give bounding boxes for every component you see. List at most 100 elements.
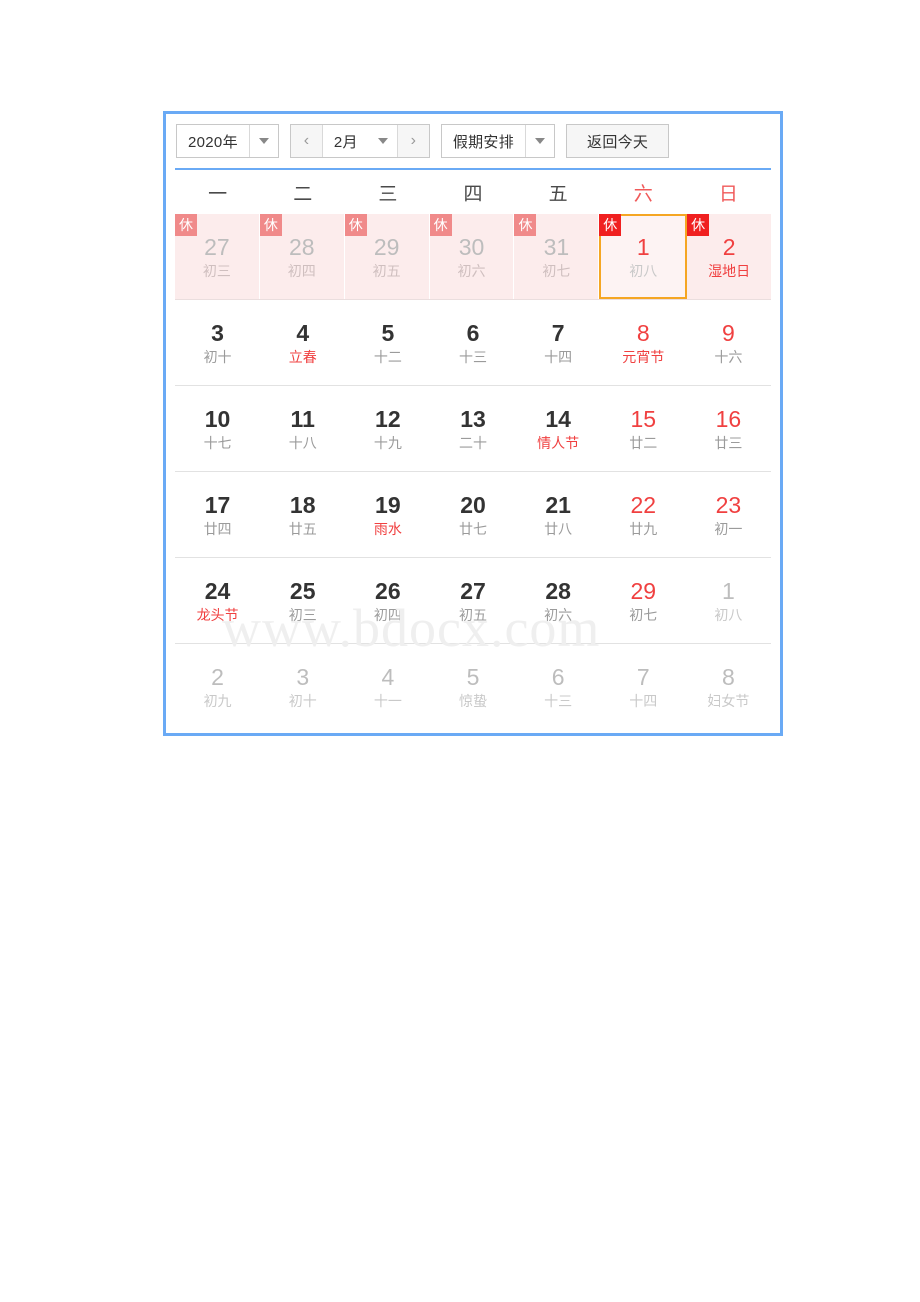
rest-day-badge: 休 [687, 214, 710, 236]
year-dropdown-button[interactable] [249, 125, 278, 157]
day-number: 18 [289, 491, 316, 518]
calendar-day-cell[interactable]: 1 初八 [686, 558, 771, 643]
calendar-day-cell[interactable]: 休 29 初五 [344, 214, 430, 299]
calendar-day-cell[interactable]: 12 十九 [345, 386, 430, 471]
calendar-day-cell[interactable]: 6 十三 [516, 644, 601, 729]
day-lunar-label: 廿七 [458, 520, 487, 537]
calendar-day-cell[interactable]: 22 廿九 [601, 472, 686, 557]
calendar-day-cell[interactable]: 休 27 初三 [175, 214, 260, 299]
calendar-day-cell[interactable]: 10 十七 [175, 386, 260, 471]
calendar-day-cell[interactable]: 7 十四 [516, 300, 601, 385]
day-number: 31 [543, 233, 570, 260]
calendar-day-cell[interactable]: 2 初九 [175, 644, 260, 729]
day-number: 25 [289, 577, 316, 604]
weekday-header-cell: 四 [463, 183, 483, 205]
return-to-today-button[interactable]: 返回今天 [566, 124, 670, 158]
year-selector[interactable]: 2020年 [176, 124, 279, 158]
calendar-day-cell[interactable]: 休 2 湿地日 [687, 214, 772, 299]
calendar-day-cell-selected[interactable]: 休 1 初八 [599, 214, 688, 299]
calendar-day-cell[interactable]: 4 十一 [345, 644, 430, 729]
calendar-day-cell[interactable]: 27 初五 [430, 558, 515, 643]
calendar-day-cell[interactable]: 3 初十 [260, 644, 345, 729]
calendar-day-cell[interactable]: 16 廿三 [686, 386, 771, 471]
day-number: 7 [636, 663, 650, 690]
calendar-day-cell[interactable]: 17 廿四 [175, 472, 260, 557]
day-number: 28 [545, 577, 571, 604]
day-lunar-label: 初四 [373, 606, 402, 623]
calendar-day-cell[interactable]: 休 28 初四 [259, 214, 345, 299]
calendar-day-cell[interactable]: 29 初七 [601, 558, 686, 643]
day-lunar-label: 廿二 [629, 434, 658, 451]
day-lunar-label: 初七 [629, 606, 658, 623]
day-lunar-label: 廿五 [288, 520, 317, 537]
day-lunar-label: 廿四 [203, 520, 232, 537]
day-lunar-label: 十六 [714, 348, 743, 365]
next-month-button[interactable]: › [397, 125, 429, 157]
weekday-header-cell: 五 [548, 183, 568, 205]
day-lunar-label: 初七 [542, 262, 571, 279]
day-number: 21 [545, 491, 571, 518]
weekday-header-cell: 日 [718, 183, 738, 205]
day-number: 30 [458, 233, 485, 260]
holiday-dropdown-button[interactable] [526, 125, 555, 157]
calendar-day-cell[interactable]: 4 立春 [260, 300, 345, 385]
day-number: 22 [630, 491, 657, 518]
calendar-week-row: 休 27 初三休 28 初四休 29 初五休 30 初六休 31 初七休 1 初八休 2 湿地日 [175, 214, 772, 300]
calendar-day-cell[interactable]: 24 龙头节 [175, 558, 260, 643]
month-selector-label[interactable]: 2月 [322, 125, 369, 157]
calendar-day-cell[interactable]: 23 初一 [686, 472, 771, 557]
calendar-day-cell[interactable]: 28 初六 [516, 558, 601, 643]
calendar-day-cell[interactable]: 休 30 初六 [429, 214, 515, 299]
calendar-day-cell[interactable]: 3 初十 [175, 300, 260, 385]
day-number: 10 [204, 405, 231, 432]
day-number: 5 [381, 319, 395, 346]
holiday-schedule-selector[interactable]: 假期安排 [440, 124, 556, 158]
day-lunar-label: 初三 [202, 262, 231, 279]
calendar-day-cell[interactable]: 休 31 初七 [514, 214, 600, 299]
calendar-day-cell[interactable]: 20 廿七 [430, 472, 515, 557]
day-number: 20 [460, 491, 486, 518]
calendar-day-cell[interactable]: 15 廿二 [601, 386, 686, 471]
day-number: 1 [722, 577, 735, 604]
day-lunar-label: 湿地日 [708, 262, 751, 279]
day-lunar-label: 初五 [458, 606, 487, 623]
day-lunar-label: 初九 [203, 692, 232, 709]
calendar-day-cell[interactable]: 25 初三 [260, 558, 345, 643]
day-lunar-label: 二十 [458, 434, 487, 451]
calendar-day-cell[interactable]: 8 元宵节 [601, 300, 686, 385]
calendar-day-cell[interactable]: 18 廿五 [260, 472, 345, 557]
day-lunar-label: 十二 [373, 348, 402, 365]
calendar-day-cell[interactable]: 21 廿八 [516, 472, 601, 557]
month-dropdown-button[interactable] [368, 125, 397, 157]
day-lunar-label: 初十 [203, 348, 232, 365]
day-number: 27 [460, 577, 486, 604]
day-number: 3 [211, 319, 224, 346]
calendar-day-cell[interactable]: 5 十二 [345, 300, 430, 385]
day-number: 27 [204, 233, 230, 260]
day-number: 6 [551, 663, 565, 690]
day-lunar-label: 雨水 [373, 520, 402, 537]
day-lunar-label: 初六 [544, 606, 573, 623]
calendar-day-cell[interactable]: 5 惊蛰 [430, 644, 515, 729]
holiday-schedule-label: 假期安排 [441, 125, 526, 157]
rest-day-badge: 休 [429, 214, 452, 236]
day-lunar-label: 惊蛰 [458, 692, 487, 709]
day-lunar-label: 十八 [288, 434, 317, 451]
day-number: 6 [466, 319, 480, 346]
day-number: 8 [722, 663, 735, 690]
calendar-day-cell[interactable]: 14 情人节 [516, 386, 601, 471]
calendar-grid: 休 27 初三休 28 初四休 29 初五休 30 初六休 31 初七休 1 初八休 2 湿地日 3 初十 4 立春… [175, 214, 772, 729]
day-lunar-label: 十一 [373, 692, 402, 709]
calendar-day-cell[interactable]: 6 十三 [430, 300, 515, 385]
calendar-day-cell[interactable]: 26 初四 [345, 558, 430, 643]
calendar-day-cell[interactable]: 19 雨水 [345, 472, 430, 557]
day-number: 26 [375, 577, 401, 604]
day-number: 17 [204, 491, 231, 518]
calendar-day-cell[interactable]: 7 十四 [601, 644, 686, 729]
day-number: 4 [296, 319, 310, 346]
calendar-day-cell[interactable]: 13 二十 [430, 386, 515, 471]
prev-month-button[interactable]: ‹ [290, 125, 322, 157]
calendar-day-cell[interactable]: 8 妇女节 [686, 644, 771, 729]
calendar-day-cell[interactable]: 9 十六 [686, 300, 771, 385]
calendar-day-cell[interactable]: 11 十八 [260, 386, 345, 471]
